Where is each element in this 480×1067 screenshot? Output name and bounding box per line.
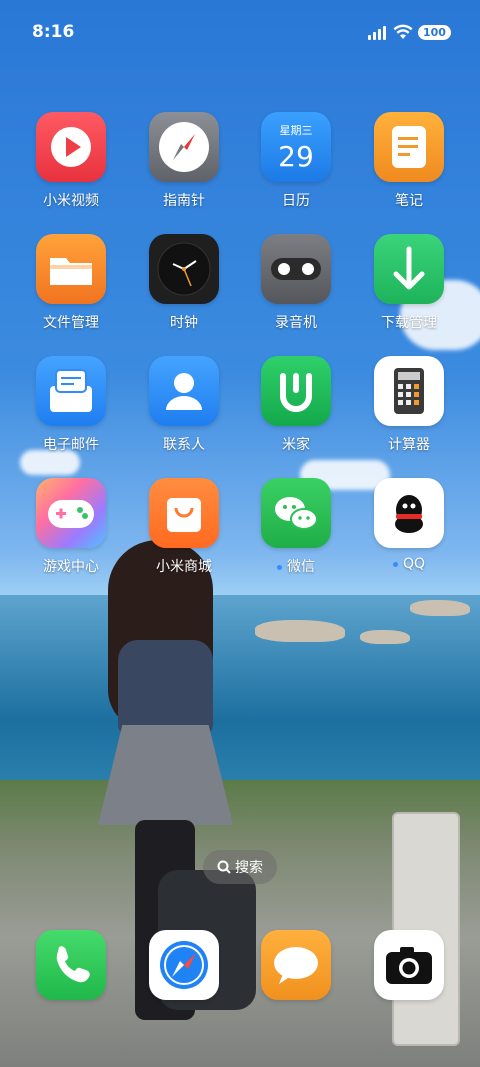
play-video-icon xyxy=(36,112,106,182)
clock-time: 8:16 xyxy=(32,22,75,42)
app-label: 文件管理 xyxy=(43,315,99,331)
browser-icon xyxy=(149,930,219,1000)
app-label-text: QQ xyxy=(402,556,426,572)
calendar-day: 29 xyxy=(278,140,314,173)
app-label: 时钟 xyxy=(170,315,198,331)
app-clock[interactable]: 时钟 xyxy=(134,234,234,332)
app-camera[interactable] xyxy=(359,930,459,1000)
app-wechat[interactable]: 微信 xyxy=(246,478,346,576)
cellular-signal-icon xyxy=(368,26,386,40)
game-controller-icon xyxy=(36,478,106,548)
messages-icon xyxy=(261,930,331,1000)
app-label-text: 微信 xyxy=(287,559,315,575)
mihome-icon xyxy=(261,356,331,426)
search-button[interactable]: 搜索 xyxy=(203,850,277,884)
search-icon xyxy=(217,860,231,874)
shopping-bag-icon xyxy=(149,478,219,548)
download-icon xyxy=(374,234,444,304)
app-mihome[interactable]: 米家 xyxy=(246,356,346,454)
app-browser[interactable] xyxy=(134,930,234,1000)
app-notes[interactable]: 笔记 xyxy=(359,112,459,210)
calendar-weekday: 星期三 xyxy=(279,124,313,137)
app-file-manager[interactable]: 文件管理 xyxy=(21,234,121,332)
calculator-icon xyxy=(374,356,444,426)
app-compass[interactable]: 指南针 xyxy=(134,112,234,210)
email-icon xyxy=(36,356,106,426)
app-qq[interactable]: QQ xyxy=(359,478,459,572)
app-mi-video[interactable]: 小米视频 xyxy=(21,112,121,210)
qq-penguin-icon xyxy=(374,478,444,548)
app-label: QQ xyxy=(359,556,459,572)
app-label: 下载管理 xyxy=(381,315,437,331)
app-game-center[interactable]: 游戏中心 xyxy=(21,478,121,576)
app-calculator[interactable]: 计算器 xyxy=(359,356,459,454)
status-bar: 8:16 100 xyxy=(0,0,480,64)
app-calendar[interactable]: 星期三 29 日历 xyxy=(246,112,346,210)
compass-icon xyxy=(149,112,219,182)
app-phone[interactable] xyxy=(21,930,121,1000)
calendar-icon: 星期三 29 xyxy=(261,112,331,182)
app-label: 笔记 xyxy=(395,193,423,209)
app-label: 计算器 xyxy=(388,437,430,453)
camera-icon xyxy=(374,930,444,1000)
app-label: 游戏中心 xyxy=(43,559,99,575)
contacts-icon xyxy=(149,356,219,426)
folder-icon xyxy=(36,234,106,304)
app-label: 米家 xyxy=(282,437,310,453)
unread-dot xyxy=(392,561,398,567)
app-mi-store[interactable]: 小米商城 xyxy=(134,478,234,576)
app-label: 电子邮件 xyxy=(43,437,99,453)
phone-icon xyxy=(36,930,106,1000)
app-label: 指南针 xyxy=(163,193,205,209)
app-label: 录音机 xyxy=(275,315,317,331)
app-recorder[interactable]: 录音机 xyxy=(246,234,346,332)
app-label: 联系人 xyxy=(163,437,205,453)
battery-indicator: 100 xyxy=(418,25,451,40)
app-label: 日历 xyxy=(282,193,310,209)
clock-icon xyxy=(149,234,219,304)
app-contacts[interactable]: 联系人 xyxy=(134,356,234,454)
wechat-icon xyxy=(261,478,331,548)
note-icon xyxy=(374,112,444,182)
unread-dot xyxy=(277,564,282,570)
app-label: 小米商城 xyxy=(156,559,212,575)
app-email[interactable]: 电子邮件 xyxy=(21,356,121,454)
search-label: 搜索 xyxy=(235,860,263,876)
app-label: 小米视频 xyxy=(43,193,99,209)
app-download-manager[interactable]: 下载管理 xyxy=(359,234,459,332)
app-label: 微信 xyxy=(246,556,346,576)
recorder-icon xyxy=(261,234,331,304)
app-messages[interactable] xyxy=(246,930,346,1000)
wifi-icon xyxy=(393,24,413,45)
